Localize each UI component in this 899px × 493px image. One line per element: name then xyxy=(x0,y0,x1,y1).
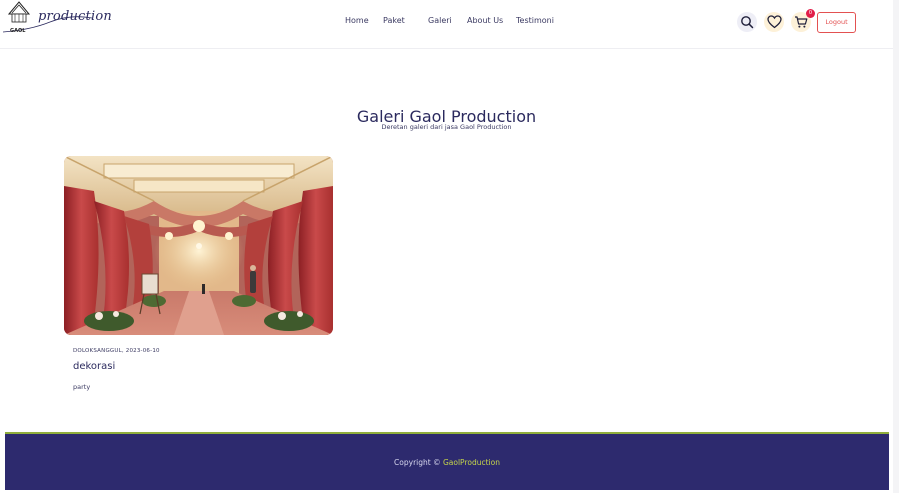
cart-count-badge: 0 xyxy=(806,9,815,18)
nav-item-home[interactable]: Home xyxy=(345,16,369,25)
search-icon xyxy=(741,16,754,29)
nav-item-paket[interactable]: Paket xyxy=(383,16,405,25)
nav-item-testimoni[interactable]: Testimoni xyxy=(516,16,554,25)
gallery-card-category: party xyxy=(73,383,91,391)
logo-script-text: production xyxy=(38,9,112,24)
nav-item-galeri[interactable]: Galeri xyxy=(428,16,452,25)
gallery-card-title[interactable]: dekorasi xyxy=(73,361,115,372)
gallery-card-location-date: DOLOKSANGGUL, 2023-06-10 xyxy=(73,348,160,354)
cart-icon xyxy=(795,16,808,28)
logout-button[interactable]: Logout xyxy=(817,12,856,33)
copyright-prefix: Copyright © xyxy=(394,458,441,467)
page-subtitle: Deretan galeri dari jasa Gaol Production xyxy=(381,123,512,131)
logo-small-text: GAOL xyxy=(10,28,26,34)
search-button[interactable] xyxy=(737,12,757,32)
nav-item-about-us[interactable]: About Us xyxy=(467,16,503,25)
gallery-card-image[interactable] xyxy=(64,156,333,335)
decoration-photo xyxy=(64,156,333,335)
site-footer: Copyright © GaolProduction xyxy=(5,432,889,490)
cart-button[interactable]: 0 xyxy=(791,9,815,32)
site-header: production GAOL Home Paket Galeri About … xyxy=(0,0,893,49)
logo[interactable]: production GAOL xyxy=(0,0,112,40)
heart-icon xyxy=(766,15,782,29)
page-right-edge xyxy=(893,0,899,493)
copyright-text: Copyright © GaolProduction xyxy=(5,458,889,467)
footer-brand-link[interactable]: GaolProduction xyxy=(443,458,500,467)
wishlist-button[interactable] xyxy=(764,12,784,32)
